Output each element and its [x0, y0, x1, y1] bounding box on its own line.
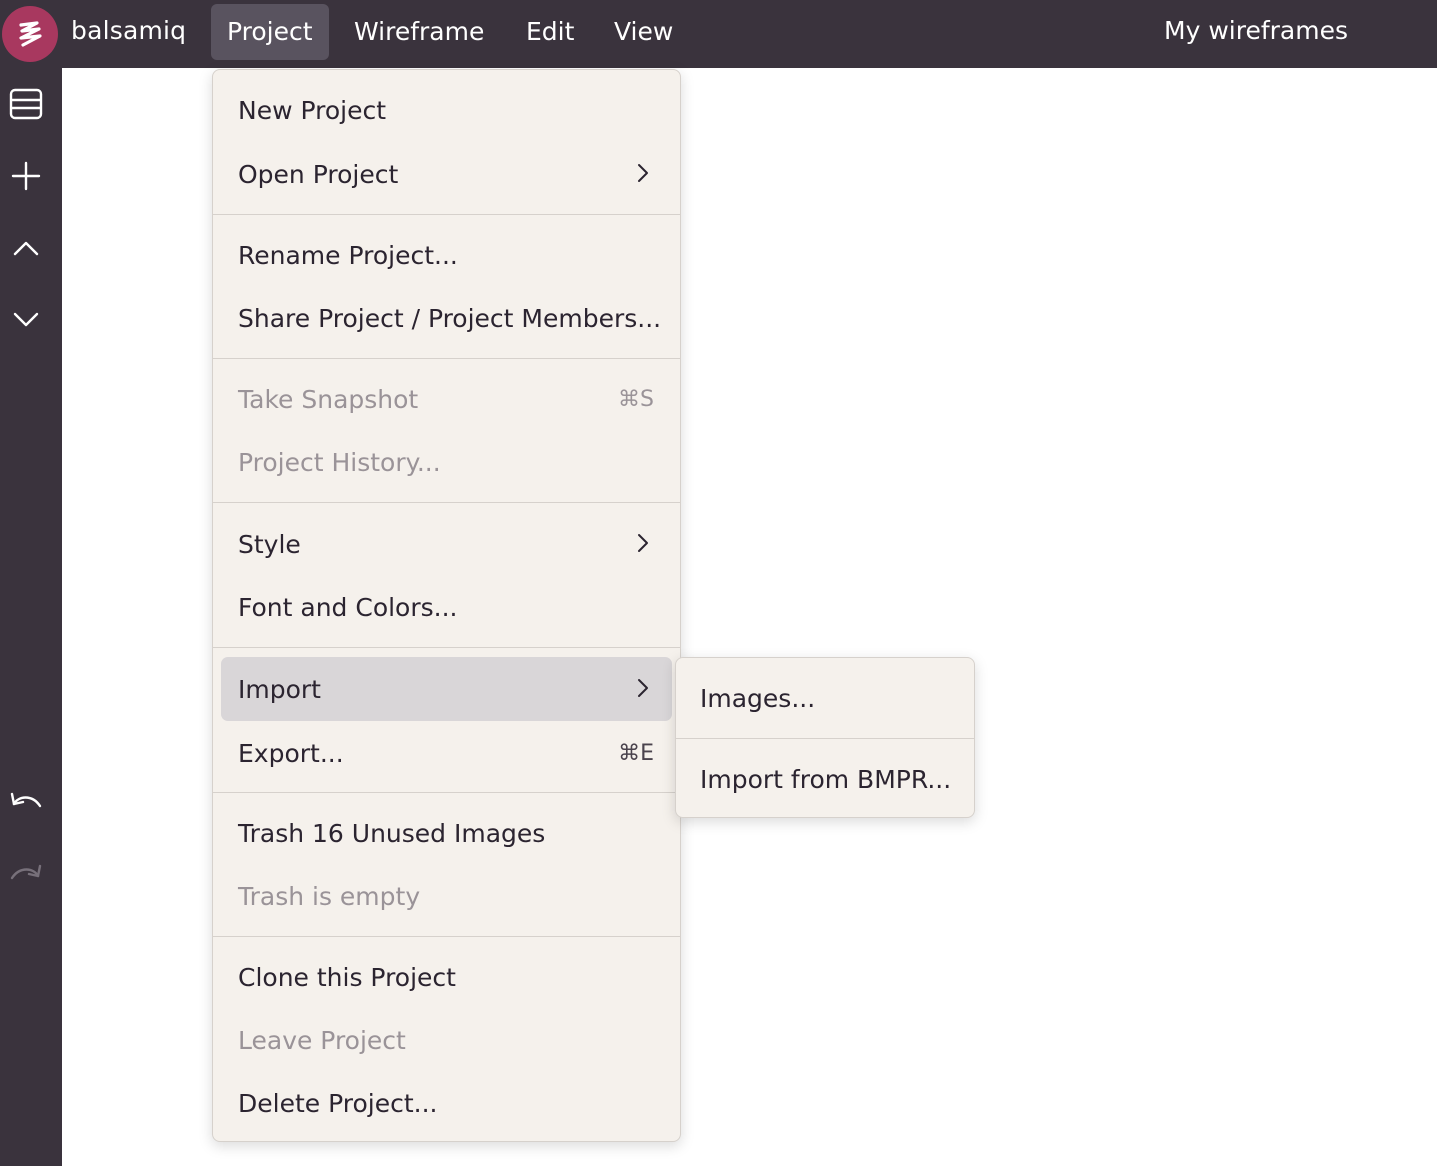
menu-item-label: Clone this Project [238, 962, 456, 992]
chevron-right-icon [638, 164, 648, 182]
menu-item-trash-empty: Trash is empty [221, 864, 672, 928]
menu-item-new-project[interactable]: New Project [221, 78, 672, 142]
import-submenu: Images... Import from BMPR... [675, 657, 975, 818]
menu-item-label: Project History... [238, 447, 441, 477]
balsamiq-logo-icon[interactable] [2, 6, 58, 62]
menu-divider [676, 738, 974, 739]
chevron-right-icon [638, 679, 648, 697]
menu-item-label: Trash is empty [238, 881, 421, 911]
menu-edit[interactable]: Edit [510, 4, 590, 60]
menu-item-label: Style [238, 529, 301, 559]
menu-wireframe[interactable]: Wireframe [338, 4, 500, 60]
menu-divider [213, 792, 680, 793]
menu-item-label: Leave Project [238, 1025, 406, 1055]
menu-item-rename-project[interactable]: Rename Project... [221, 223, 672, 287]
menu-item-label: Open Project [238, 159, 399, 189]
top-bar: balsamiq Project Wireframe Edit View My … [0, 0, 1437, 68]
menu-item-leave-project: Leave Project [221, 1008, 672, 1072]
menu-item-label: Images... [700, 683, 816, 713]
menu-item-open-project[interactable]: Open Project [221, 142, 672, 206]
menu-project[interactable]: Project [211, 4, 329, 60]
left-toolbar [0, 68, 62, 1166]
menu-item-label: Rename Project... [238, 240, 458, 270]
menu-item-clone-project[interactable]: Clone this Project [221, 945, 672, 1009]
menu-item-label: Import [238, 674, 321, 704]
menu-view[interactable]: View [598, 4, 689, 60]
project-menu: New Project Open Project Rename Project.… [212, 69, 681, 1142]
shortcut-label: ⌘S [618, 386, 654, 412]
menu-item-label: Trash 16 Unused Images [238, 818, 546, 848]
menu-item-label: Font and Colors... [238, 592, 458, 622]
menu-item-take-snapshot: Take Snapshot ⌘S [221, 367, 672, 431]
shortcut-label: ⌘E [618, 740, 654, 766]
menu-item-label: Share Project / Project Members... [238, 303, 662, 333]
panels-icon[interactable] [6, 84, 46, 124]
brand-name: balsamiq [71, 16, 187, 45]
menu-item-label: Import from BMPR... [700, 764, 952, 794]
menu-item-label: Export... [238, 738, 344, 768]
menu-item-label: Delete Project... [238, 1088, 438, 1118]
menu-item-label: New Project [238, 95, 387, 125]
chevron-down-icon[interactable] [6, 300, 46, 340]
submenu-item-images[interactable]: Images... [684, 666, 966, 730]
menu-item-style[interactable]: Style [221, 512, 672, 576]
menu-item-import[interactable]: Import [221, 657, 672, 721]
chevron-right-icon [638, 534, 648, 552]
menu-item-font-colors[interactable]: Font and Colors... [221, 575, 672, 639]
my-wireframes-link[interactable]: My wireframes [1164, 16, 1348, 45]
menu-item-export[interactable]: Export... ⌘E [221, 721, 672, 785]
menu-divider [213, 358, 680, 359]
submenu-item-import-bmpr[interactable]: Import from BMPR... [684, 747, 966, 811]
menu-item-share-project[interactable]: Share Project / Project Members... [221, 286, 672, 350]
menu-item-trash-unused-images[interactable]: Trash 16 Unused Images [221, 801, 672, 865]
menu-divider [213, 214, 680, 215]
menu-divider [213, 502, 680, 503]
redo-icon [6, 856, 46, 896]
menu-item-delete-project[interactable]: Delete Project... [221, 1071, 672, 1135]
undo-icon[interactable] [6, 784, 46, 824]
plus-icon[interactable] [6, 156, 46, 196]
menu-item-project-history: Project History... [221, 430, 672, 494]
menu-item-label: Take Snapshot [238, 384, 419, 414]
menu-divider [213, 647, 680, 648]
menu-divider [213, 936, 680, 937]
chevron-up-icon[interactable] [6, 228, 46, 268]
